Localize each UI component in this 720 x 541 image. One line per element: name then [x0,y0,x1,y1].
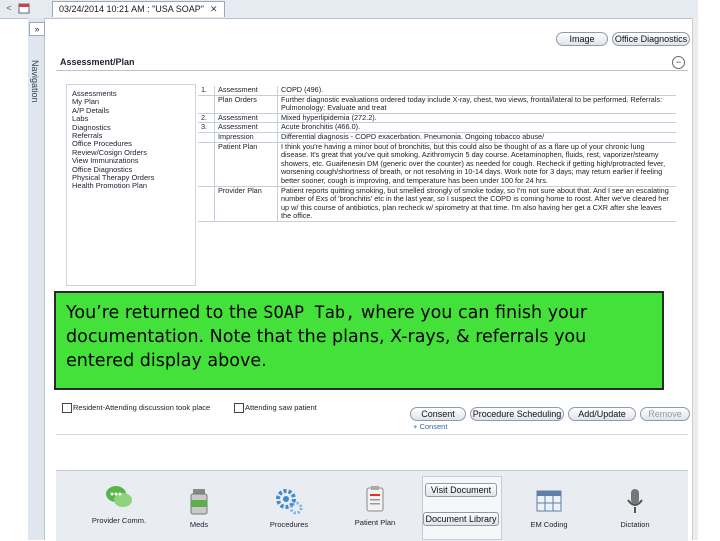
em-coding-button[interactable]: EM Coding [514,486,584,529]
gears-icon [274,486,304,516]
grid-table-icon [534,486,564,516]
remove-button[interactable]: Remove [640,407,690,421]
consent-button[interactable]: Consent [410,407,466,421]
resident-attending-label: Resident-Attending discussion took place [73,403,211,412]
office-diagnostics-button[interactable]: Office Diagnostics [612,32,690,46]
tab-title: 03/24/2014 10:21 AM : "USA SOAP" [59,4,204,14]
close-icon[interactable]: ✕ [210,4,218,14]
chat-bubbles-icon [104,482,134,512]
patient-plan-button[interactable]: Patient Plan [340,484,410,527]
tutorial-callout: You’re returned to the SOAP Tab, where y… [54,291,664,390]
meds-label: Meds [189,520,209,529]
provider-comm-button[interactable]: Provider Comm. [84,482,154,525]
document-library-button[interactable]: Document Library [423,512,499,526]
table-row[interactable]: Provider Plan Patient reports quitting sm… [198,186,676,222]
resident-attending-checkbox[interactable] [62,403,72,413]
procedure-scheduling-button[interactable]: Procedure Scheduling [470,407,564,421]
callout-text-before: You’re returned to the [66,303,264,323]
expand-nav-icon[interactable]: » [29,22,45,36]
list-item-ap-details[interactable]: A/P Details [72,106,192,115]
table-row[interactable]: Impression Differential diagnosis - COPD … [198,132,676,143]
assessment-plan-table: 1. Assessment COPD (496). Plan Orders Furth… [198,85,676,222]
list-item-health-promotion-plan[interactable]: Health Promotion Plan [72,182,192,191]
tab-usa-soap[interactable]: 03/24/2014 10:21 AM : "USA SOAP" ✕ [52,1,225,17]
section-title: Assessment/Plan [60,57,135,67]
attending-saw-patient-label: Attending saw patient [245,403,317,412]
microphone-icon [620,486,650,516]
patient-plan-label: Patient Plan [354,518,396,527]
divider [56,434,688,435]
table-row[interactable]: Patient Plan I think you're having a mino… [198,142,676,187]
assessment-plan-header [56,54,688,71]
navigation-label[interactable]: Navigation [24,60,48,140]
visit-document-button[interactable]: Visit Document [425,483,497,497]
dictation-label: Dictation [620,520,650,529]
clipboard-icon [360,484,390,514]
attending-saw-patient-checkbox[interactable] [234,403,244,413]
table-row[interactable]: 1. Assessment COPD (496). [198,85,676,96]
procedures-button[interactable]: Procedures [254,486,324,529]
back-arrow-icon[interactable]: < [2,2,16,14]
provider-comm-label: Provider Comm. [91,516,147,525]
dictation-button[interactable]: Dictation [600,486,670,529]
collapse-icon[interactable]: − [672,56,685,69]
add-consent-link[interactable]: + Consent [413,422,447,431]
image-button[interactable]: Image [556,32,608,46]
table-row[interactable]: 2. Assessment Mixed hyperlipidemia (272.2)… [198,113,676,124]
em-coding-label: EM Coding [530,520,568,529]
window-edge [698,0,720,540]
medicine-bottle-icon [184,486,214,516]
table-row[interactable]: Plan Orders Further diagnostic evaluation… [198,95,676,114]
procedures-label: Procedures [269,520,309,529]
meds-button[interactable]: Meds [164,486,234,529]
add-update-button[interactable]: Add/Update [568,407,636,421]
plan-section-list: Assessments My Plan A/P Details Labs Dia… [72,89,192,191]
callout-emphasis: SOAP Tab, [263,303,356,323]
calendar-icon [18,2,30,14]
